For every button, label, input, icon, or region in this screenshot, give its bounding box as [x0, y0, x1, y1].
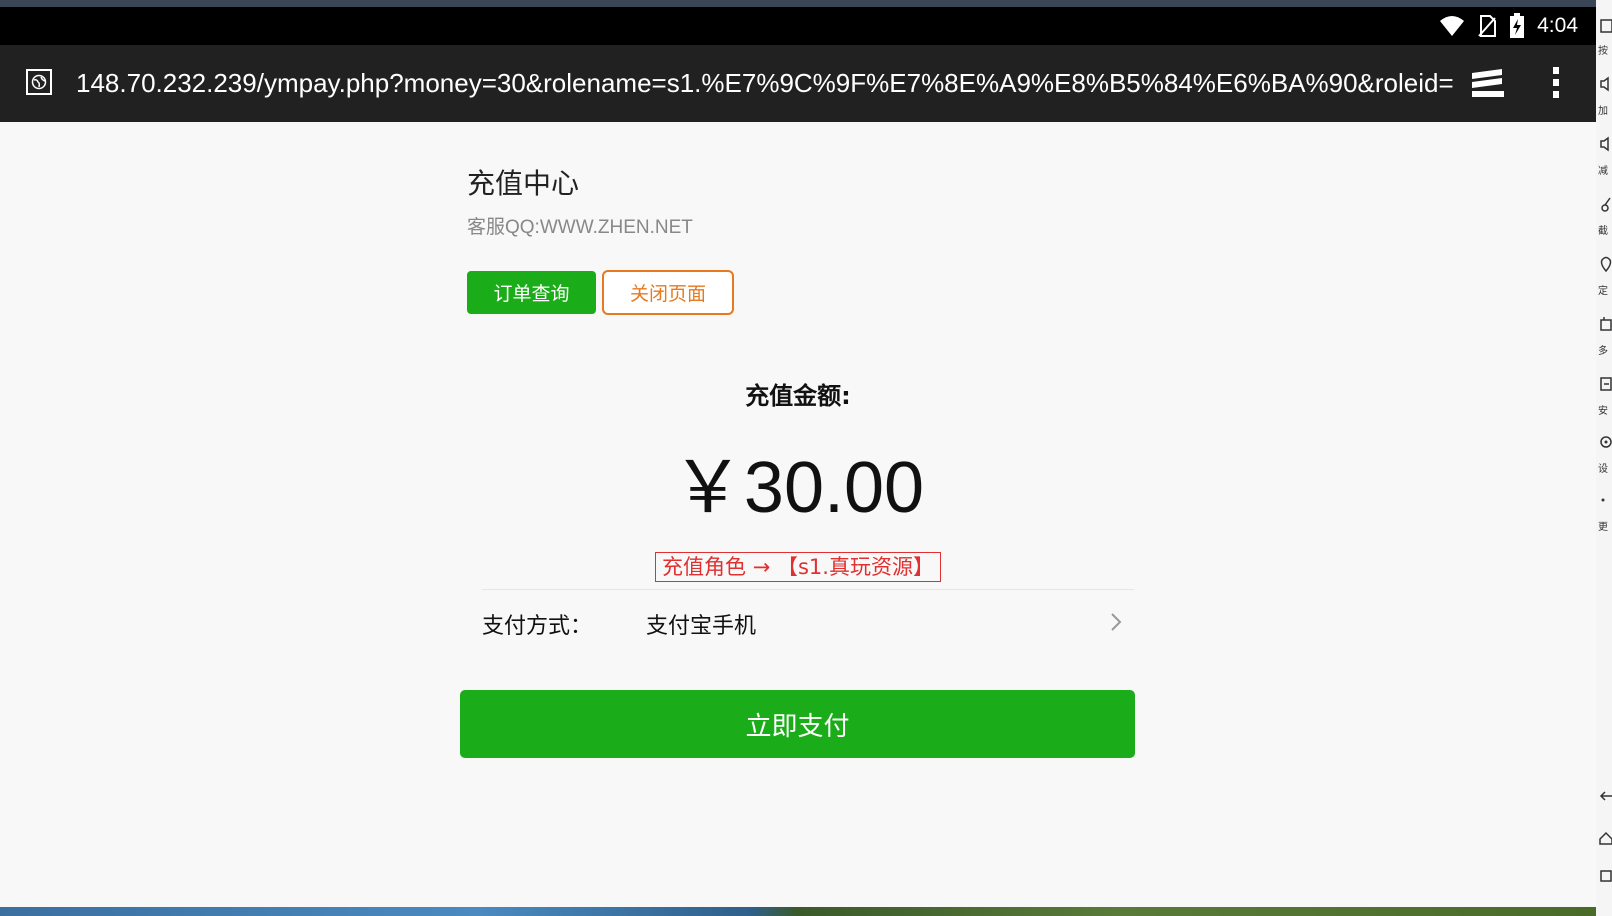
sidebar-label-location: 定: [1598, 286, 1608, 297]
url-text[interactable]: 148.70.232.239/ympay.php?money=30&rolena…: [76, 45, 1454, 122]
chevron-right-icon: [1111, 613, 1122, 631]
browser-url-bar: 148.70.232.239/ympay.php?money=30&rolena…: [0, 45, 1596, 122]
overflow-menu-icon[interactable]: [1550, 65, 1562, 101]
status-time: 4:04: [1537, 14, 1578, 37]
location-icon[interactable]: [1598, 256, 1612, 272]
sidebar-label-keys: 按: [1598, 46, 1608, 57]
role-info: 充值角色 → 【s1.真玩资源】: [655, 552, 941, 582]
back-arrow-icon[interactable]: [1598, 788, 1612, 804]
close-page-button[interactable]: 关闭页面: [602, 270, 734, 315]
desktop-wallpaper-strip: [0, 907, 1596, 916]
settings-gear-icon[interactable]: [1598, 434, 1612, 450]
emulator-screen: 4:04 148.70.232.239/ympay.php?money=30&r…: [0, 7, 1596, 907]
scissors-icon[interactable]: [1598, 196, 1612, 212]
page-content: 充值中心 客服QQ:WWW.ZHEN.NET 订单查询 关闭页面 充值金额: ￥…: [0, 122, 1596, 907]
order-query-button[interactable]: 订单查询: [467, 271, 596, 314]
payment-method-value: 支付宝手机: [646, 614, 757, 639]
payment-method-row[interactable]: 支付方式： 支付宝手机: [482, 590, 1134, 656]
sidebar-label-volume-up: 加: [1598, 106, 1608, 117]
sidebar-label-install: 安: [1598, 406, 1608, 417]
sidebar-label-settings: 设: [1598, 464, 1608, 475]
page-title: 充值中心: [467, 167, 580, 200]
amount-label: 充值金额:: [745, 382, 851, 410]
sidebar-label-volume-down: 减: [1598, 166, 1608, 177]
sidebar-label-screenshot: 截: [1598, 226, 1608, 237]
tabs-icon[interactable]: [1470, 67, 1506, 99]
multi-window-icon[interactable]: [1598, 316, 1612, 332]
site-info-icon[interactable]: [26, 69, 52, 95]
recent-apps-icon[interactable]: [1598, 868, 1612, 884]
service-contact: 客服QQ:WWW.ZHEN.NET: [467, 217, 693, 238]
sidebar-label-multi: 多: [1598, 346, 1608, 357]
sidebar-label-more: 更: [1598, 522, 1608, 533]
battery-charging-icon: [1510, 13, 1525, 38]
keyboard-icon[interactable]: [1598, 18, 1612, 34]
home-icon[interactable]: [1598, 830, 1612, 846]
more-dots-icon[interactable]: [1598, 494, 1612, 510]
payment-method-label: 支付方式：: [482, 614, 593, 639]
amount-value: ￥30.00: [671, 448, 925, 528]
emulator-side-toolbar: 按 加 减 截 定 多 安 设 更: [1596, 0, 1612, 916]
install-icon[interactable]: [1598, 376, 1612, 392]
pay-now-button[interactable]: 立即支付: [460, 690, 1135, 758]
volume-up-icon[interactable]: [1598, 76, 1612, 92]
no-sim-icon: [1478, 15, 1497, 37]
volume-down-icon[interactable]: [1598, 136, 1612, 152]
window-top-strip: [0, 0, 1612, 7]
status-bar: 4:04: [0, 7, 1596, 45]
wifi-icon: [1440, 16, 1465, 36]
